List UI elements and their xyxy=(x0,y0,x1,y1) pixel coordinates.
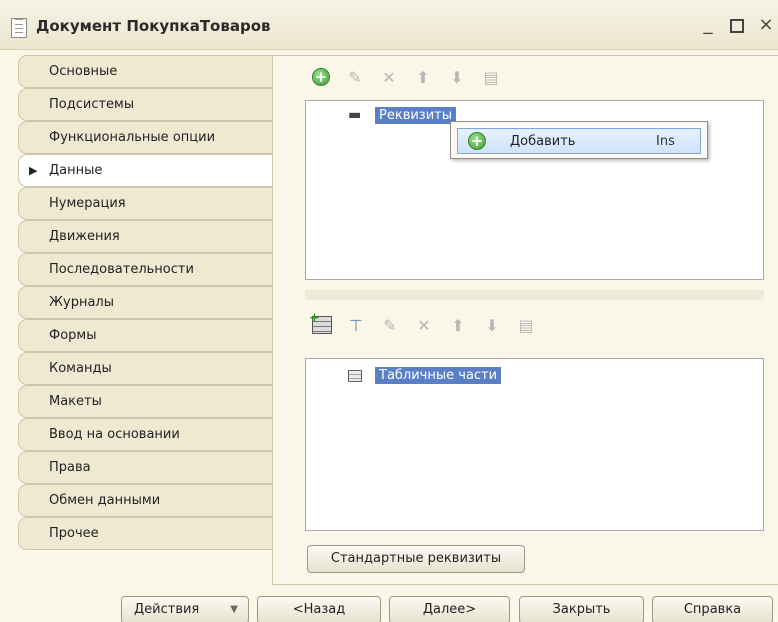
close-dialog-button[interactable]: Закрыть xyxy=(519,596,644,622)
nav-item-label: Основные xyxy=(49,64,118,79)
collapse-icon[interactable]: ▬ xyxy=(348,107,361,123)
close-button[interactable]: × xyxy=(758,15,774,35)
nav-item-other[interactable]: Прочее xyxy=(18,517,272,550)
nav-item-input-by-basis[interactable]: Ввод на основании xyxy=(18,418,272,451)
nav-item-label: Движения xyxy=(49,229,120,244)
menu-item-shortcut: Ins xyxy=(656,134,675,149)
edit-icon[interactable]: ✎ xyxy=(345,67,365,87)
nav-item-label: Последовательности xyxy=(49,262,194,277)
nav-item-label: Подсистемы xyxy=(49,97,135,112)
move-up-icon[interactable]: ⬆ xyxy=(413,67,433,87)
nav-item-label: Журналы xyxy=(49,295,114,310)
nav-item-label: Функциональные опции xyxy=(49,130,216,145)
title-bar: Документ ПокупкаТоваров _ × xyxy=(0,0,778,50)
move-down-icon[interactable]: ⬇ xyxy=(482,315,502,335)
nav-item-movements[interactable]: Движения xyxy=(18,220,272,253)
nav-item-commands[interactable]: Команды xyxy=(18,352,272,385)
nav-item-label: Права xyxy=(49,460,91,475)
nav-item-main[interactable]: Основные xyxy=(18,55,272,88)
tree-item-attributes[interactable]: Реквизиты xyxy=(375,107,456,124)
add-icon[interactable]: + xyxy=(311,67,331,87)
add-column-icon[interactable]: ⊤ xyxy=(346,315,366,335)
tabular-toolbar: + ⊤ ✎ ✕ ⬆ ⬇ ▤ xyxy=(309,311,536,335)
nav-item-journals[interactable]: Журналы xyxy=(18,286,272,319)
menu-item-label: Добавить xyxy=(510,134,576,149)
active-arrow-icon: ▶ xyxy=(29,164,38,177)
nav-item-functional-options[interactable]: Функциональные опции xyxy=(18,121,272,154)
back-button[interactable]: <Назад xyxy=(257,596,381,622)
sort-icon[interactable]: ▤ xyxy=(481,67,501,87)
edit-icon[interactable]: ✎ xyxy=(380,315,400,335)
nav-item-rights[interactable]: Права xyxy=(18,451,272,484)
nav-item-numbering[interactable]: Нумерация xyxy=(18,187,272,220)
sort-icon[interactable]: ▤ xyxy=(516,315,536,335)
attributes-toolbar: + ✎ ✕ ⬆ ⬇ ▤ xyxy=(311,67,501,87)
nav-item-data-exchange[interactable]: Обмен данными xyxy=(18,484,272,517)
actions-label: Действия xyxy=(134,602,200,617)
table-icon xyxy=(348,370,362,382)
delete-icon[interactable]: ✕ xyxy=(379,67,399,87)
tabular-parts-tree[interactable]: Табличные части xyxy=(305,358,764,531)
move-down-icon[interactable]: ⬇ xyxy=(447,67,467,87)
minimize-button[interactable]: _ xyxy=(700,15,716,35)
window-controls: _ × xyxy=(700,15,774,35)
maximize-button[interactable] xyxy=(730,19,744,33)
document-icon xyxy=(11,18,27,38)
standard-attributes-button[interactable]: Стандартные реквизиты xyxy=(307,545,525,573)
nav-item-subsystems[interactable]: Подсистемы xyxy=(18,88,272,121)
nav-item-label: Макеты xyxy=(49,394,102,409)
nav-item-forms[interactable]: Формы xyxy=(18,319,272,352)
nav-item-label: Ввод на основании xyxy=(49,427,180,442)
nav-item-templates[interactable]: Макеты xyxy=(18,385,272,418)
tree-item-tabular-parts[interactable]: Табличные части xyxy=(375,367,502,384)
move-up-icon[interactable]: ⬆ xyxy=(448,315,468,335)
add-icon: + xyxy=(468,132,486,150)
nav-item-label: Нумерация xyxy=(49,196,126,211)
nav-item-data[interactable]: ▶ Данные xyxy=(18,154,272,187)
add-table-icon[interactable]: + xyxy=(309,311,332,335)
actions-button[interactable]: Действия ▼ xyxy=(121,596,249,622)
context-menu: + Добавить Ins xyxy=(450,121,708,159)
nav-item-label: Формы xyxy=(49,328,97,343)
chevron-down-icon: ▼ xyxy=(230,604,238,615)
next-button[interactable]: Далее> xyxy=(389,596,510,622)
nav-item-label: Данные xyxy=(49,163,103,178)
help-button[interactable]: Справка xyxy=(652,596,773,622)
menu-item-add[interactable]: + Добавить Ins xyxy=(457,128,701,154)
nav-item-sequences[interactable]: Последовательности xyxy=(18,253,272,286)
delete-icon[interactable]: ✕ xyxy=(414,315,434,335)
nav-item-label: Команды xyxy=(49,361,112,376)
splitter[interactable] xyxy=(305,290,764,300)
nav-item-label: Обмен данными xyxy=(49,493,161,508)
window-title: Документ ПокупкаТоваров xyxy=(36,17,271,35)
nav-item-label: Прочее xyxy=(49,526,99,541)
